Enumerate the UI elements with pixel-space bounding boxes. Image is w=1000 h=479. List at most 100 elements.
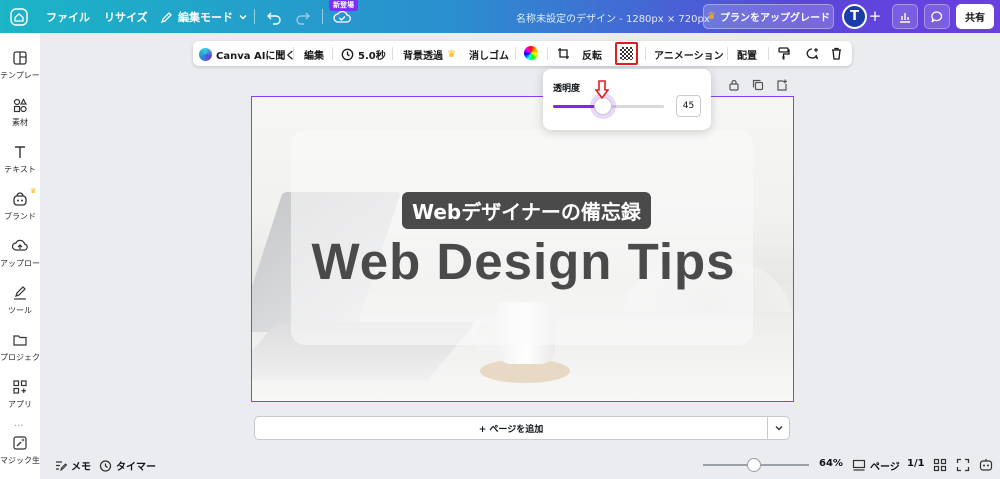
- sidebar-item-templates[interactable]: テンプレート: [0, 50, 40, 81]
- chevron-down-icon: [239, 15, 247, 20]
- sidebar-item-apps[interactable]: アプリ: [0, 379, 40, 410]
- redo-icon[interactable]: [295, 9, 311, 25]
- lock-icon[interactable]: [728, 79, 740, 91]
- notes-label: メモ: [71, 462, 91, 473]
- animation-button[interactable]: アニメーション: [654, 47, 724, 62]
- add-collaborator-icon[interactable]: +: [866, 8, 884, 26]
- top-bar: ファイル リサイズ 編集モード 新登場 名称未設定のデザイン - 1280px …: [0, 0, 1000, 33]
- sidebar-item-uploads[interactable]: アップロード: [0, 238, 40, 269]
- flip-button[interactable]: 反転: [582, 47, 602, 62]
- sidebar-item-label: テンプレート: [0, 71, 40, 80]
- resize-menu[interactable]: リサイズ: [104, 9, 148, 25]
- sidebar-item-label: アップロード: [0, 259, 40, 268]
- undo-icon[interactable]: [266, 9, 282, 25]
- color-wheel-icon: [524, 46, 538, 60]
- toolbar-divider: [332, 47, 333, 60]
- duration-label: 5.0秒: [358, 51, 386, 62]
- edit-button[interactable]: 編集: [304, 47, 324, 62]
- toolbar-divider: [392, 47, 393, 60]
- duration-button[interactable]: 5.0秒: [341, 47, 386, 62]
- notes-button[interactable]: メモ: [54, 458, 91, 473]
- slider-thumb[interactable]: [593, 97, 612, 115]
- sidebar-item-brand[interactable]: ♛ ブランド: [0, 187, 40, 222]
- add-page-options-button[interactable]: [768, 416, 790, 440]
- sidebar-item-label: 素材: [12, 118, 28, 127]
- draw-icon: [14, 286, 26, 300]
- toolbar-divider: [322, 9, 323, 24]
- transparency-slider[interactable]: [553, 97, 664, 115]
- canva-ai-icon: [199, 48, 212, 61]
- avatar[interactable]: T: [842, 4, 867, 29]
- document-title[interactable]: 名称未設定のデザイン - 1280px × 720px: [516, 10, 710, 25]
- analytics-button[interactable]: [892, 4, 918, 29]
- crown-icon: ♛: [707, 11, 716, 22]
- text-icon: [15, 146, 25, 158]
- apps-icon: [13, 380, 27, 394]
- upgrade-button[interactable]: ♛ プランをアップグレード: [703, 4, 834, 29]
- add-page-icon[interactable]: [776, 79, 788, 91]
- share-button[interactable]: 共有: [956, 4, 994, 29]
- paint-roller-icon: [778, 47, 790, 60]
- canvas-subtitle[interactable]: Webデザイナーの備忘録: [402, 192, 651, 229]
- toolbar-divider: [768, 47, 769, 60]
- page-count[interactable]: 1/1: [907, 458, 925, 469]
- canva-ai-button[interactable]: Canva AIに聞く: [199, 47, 295, 62]
- comments-button[interactable]: [924, 4, 950, 29]
- assistant-icon[interactable]: [979, 458, 993, 472]
- duplicate-icon[interactable]: [752, 79, 764, 91]
- sidebar-item-label: テキスト: [4, 165, 36, 174]
- background-remove-button[interactable]: 背景透過 ♛: [403, 47, 456, 62]
- background-remove-label: 背景透過: [403, 51, 443, 62]
- comment-add-icon: [806, 48, 819, 60]
- comment-icon: [931, 10, 943, 22]
- page-actions: [728, 79, 788, 91]
- sidebar-divider: ···: [14, 421, 24, 432]
- pages-label: ページ: [870, 462, 900, 473]
- delete-button[interactable]: [830, 47, 843, 60]
- upgrade-label: プランをアップグレード: [719, 13, 830, 24]
- add-page-button[interactable]: + ページを追加: [254, 416, 768, 440]
- transparency-button[interactable]: [615, 42, 638, 65]
- canva-ai-label: Canva AIに聞く: [216, 51, 296, 62]
- zoom-level[interactable]: 64%: [819, 458, 843, 469]
- edit-mode-menu[interactable]: 編集モード: [160, 9, 248, 25]
- timer-button[interactable]: タイマー: [99, 458, 156, 473]
- grid-view-icon[interactable]: [933, 458, 947, 472]
- sidebar-item-tools[interactable]: ツール: [0, 285, 40, 316]
- sidebar-item-elements[interactable]: 素材: [0, 97, 40, 128]
- folder-icon: [13, 335, 27, 346]
- sidebar-item-label: ツール: [8, 306, 32, 315]
- sidebar-item-text[interactable]: テキスト: [0, 144, 40, 175]
- toolbar-divider: [515, 47, 516, 60]
- transparency-popover: 透明度 45: [543, 69, 711, 130]
- file-menu[interactable]: ファイル: [46, 9, 90, 25]
- cloud-save-icon[interactable]: [333, 9, 351, 25]
- timer-label: タイマー: [116, 462, 156, 473]
- pages-button[interactable]: ページ: [852, 458, 900, 473]
- checkerboard-icon: [620, 47, 633, 60]
- sidebar-item-magic[interactable]: マジック生成: [0, 435, 40, 466]
- sidebar-item-projects[interactable]: プロジェクト: [0, 332, 40, 363]
- copy-style-button[interactable]: [777, 47, 790, 60]
- left-sidebar: テンプレート 素材 テキスト ♛ ブランド アップロード ツール プロジェクト …: [0, 33, 40, 479]
- crown-icon: ♛: [447, 49, 456, 60]
- context-toolbar: Canva AIに聞く 編集 5.0秒 背景透過 ♛ 消しゴム 反転 アニメーシ…: [193, 41, 852, 66]
- zoom-slider-thumb[interactable]: [747, 458, 761, 472]
- clock-icon: [341, 48, 354, 61]
- sidebar-item-label: マジック生成: [0, 456, 40, 465]
- edit-mode-label: 編集モード: [178, 11, 233, 24]
- color-button[interactable]: [524, 46, 538, 60]
- pages-icon: [852, 459, 866, 471]
- toolbar-divider: [254, 9, 255, 24]
- brand-icon: [13, 192, 27, 206]
- transparency-value-input[interactable]: 45: [676, 95, 701, 117]
- comment-add-button[interactable]: [805, 47, 819, 61]
- canvas-title[interactable]: Web Design Tips: [252, 232, 793, 291]
- position-button[interactable]: 配置: [737, 47, 757, 62]
- fullscreen-icon[interactable]: [956, 458, 970, 472]
- bar-chart-icon: [900, 12, 910, 23]
- home-icon[interactable]: [10, 8, 28, 26]
- eraser-button[interactable]: 消しゴム: [469, 47, 509, 62]
- design-canvas[interactable]: Webデザイナーの備忘録 Web Design Tips: [251, 96, 794, 402]
- crop-button[interactable]: [557, 47, 570, 60]
